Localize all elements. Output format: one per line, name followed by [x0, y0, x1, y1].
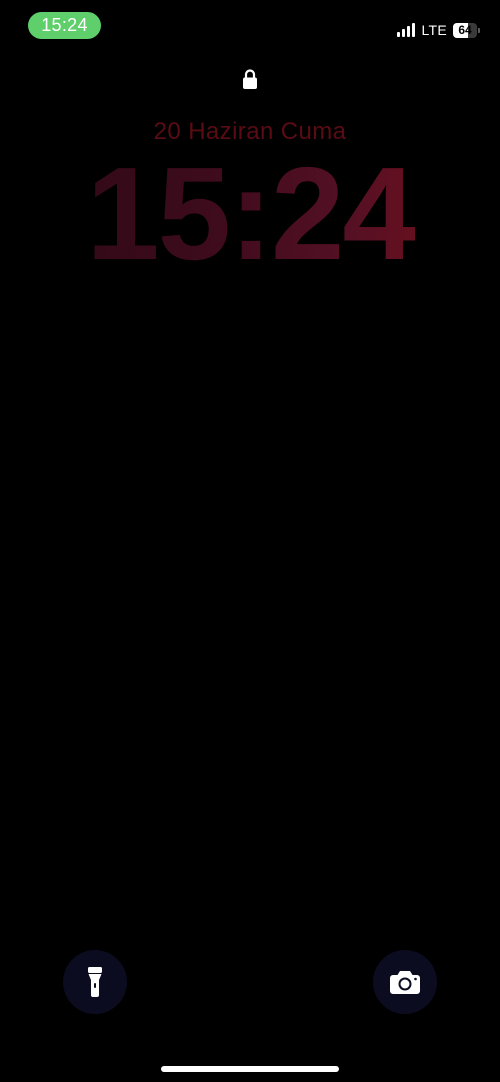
lock-clock: 15:24	[0, 148, 500, 280]
flashlight-button[interactable]	[63, 950, 127, 1014]
status-indicators: LTE 64	[397, 20, 480, 40]
status-time: 15:24	[41, 15, 88, 35]
battery-icon: 64	[453, 22, 480, 38]
lock-icon	[243, 69, 257, 89]
battery-percent: 64	[458, 22, 472, 37]
network-type: LTE	[421, 22, 447, 38]
status-time-pill[interactable]: 15:24	[28, 12, 101, 39]
cellular-signal-icon	[397, 23, 416, 37]
flashlight-icon	[88, 967, 102, 997]
camera-button[interactable]	[373, 950, 437, 1014]
home-indicator[interactable]	[161, 1066, 339, 1072]
camera-icon	[390, 971, 420, 994]
lock-screen: 15:24 LTE 64 20 Haziran Cuma 15:24	[0, 0, 500, 1082]
